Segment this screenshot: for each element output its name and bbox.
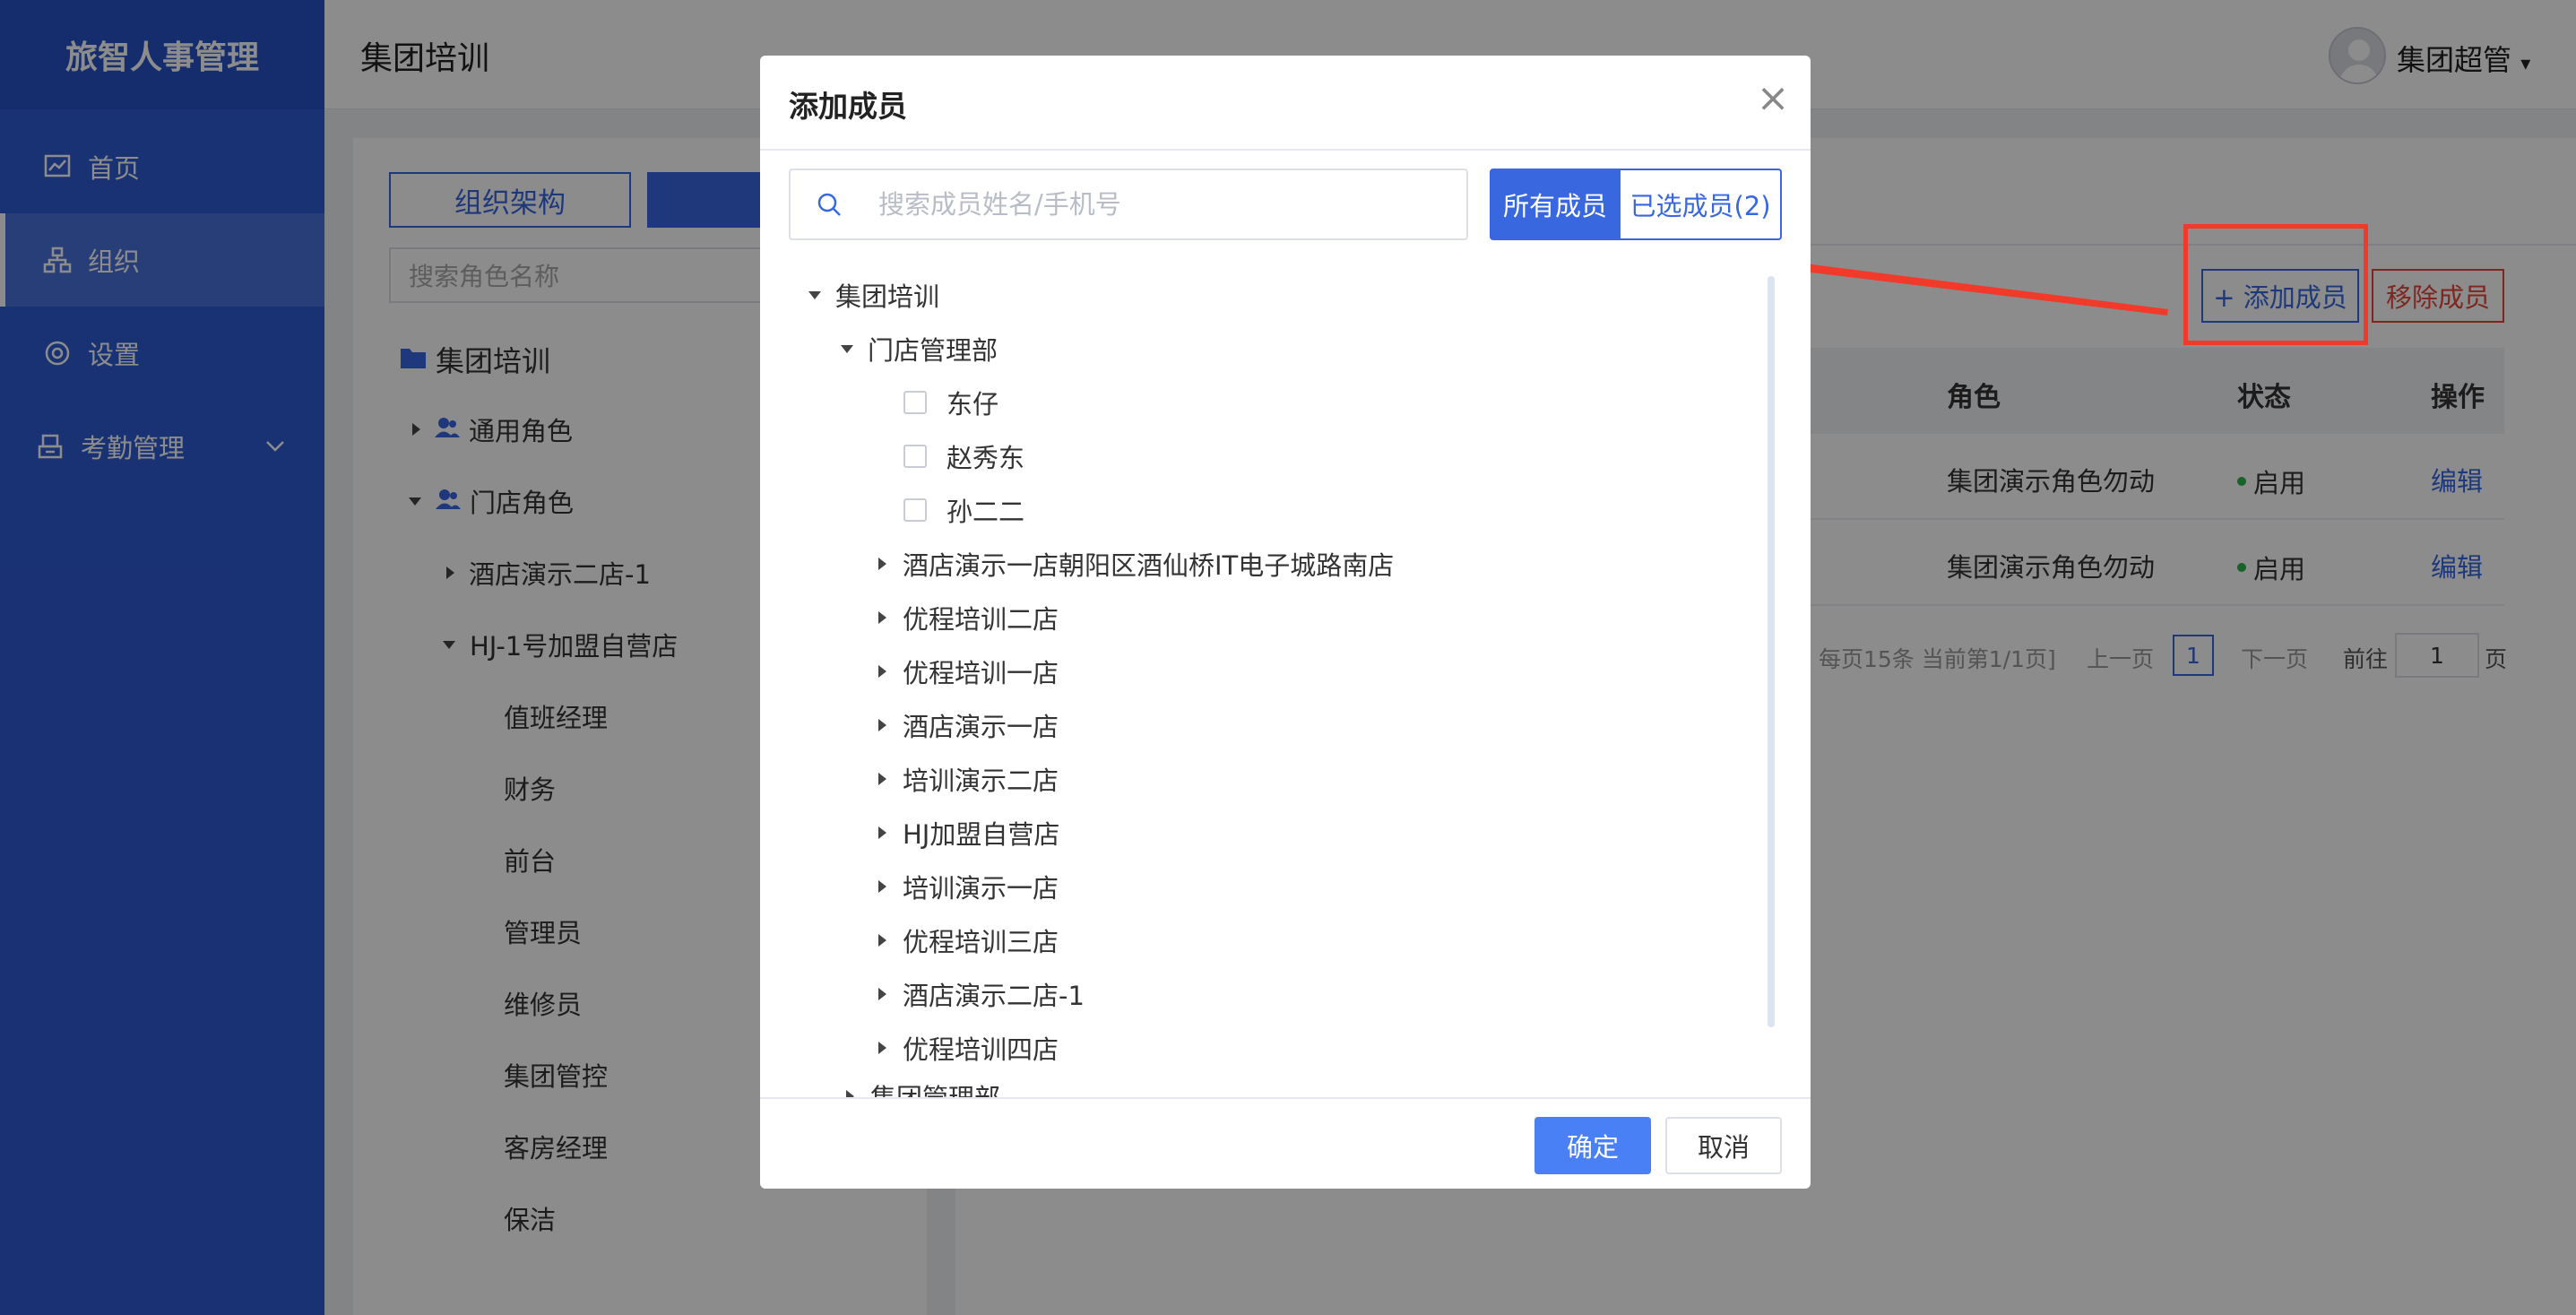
member-name: 东仔 <box>947 389 999 420</box>
member-name: 赵秀东 <box>947 443 1025 473</box>
caret-right-icon <box>878 719 886 731</box>
tree-node-store[interactable]: 培训演示二店 <box>878 760 1059 798</box>
tree-node-store[interactable]: 酒店演示一店朝阳区酒仙桥IT电子城路南店 <box>878 545 1394 583</box>
tree-node-label: 培训演示二店 <box>903 766 1059 796</box>
caret-right-icon <box>878 880 886 893</box>
caret-right-icon <box>878 988 886 1000</box>
member-item[interactable]: 孙二二 <box>903 491 1024 529</box>
dialog-title: 添加成员 <box>789 89 907 124</box>
caret-right-icon <box>878 826 886 839</box>
tree-node-dept[interactable]: 集团管理部 <box>846 1077 1000 1099</box>
caret-down-icon <box>841 344 853 353</box>
scrollbar-thumb[interactable] <box>1768 276 1775 1027</box>
divider <box>760 1097 1811 1099</box>
member-name: 孙二二 <box>947 497 1025 527</box>
tree-node-label: 优程培训四店 <box>903 1034 1059 1065</box>
tree-node-store[interactable]: 优程培训二店 <box>878 599 1059 636</box>
member-item[interactable]: 东仔 <box>903 384 998 421</box>
close-icon[interactable]: × <box>1753 79 1793 118</box>
member-checkbox[interactable] <box>903 498 927 522</box>
tree-node-label: HJ加盟自营店 <box>903 819 1060 850</box>
caret-right-icon <box>878 773 886 785</box>
tree-node-label: 酒店演示一店朝阳区酒仙桥IT电子城路南店 <box>903 550 1395 581</box>
tree-node-store[interactable]: 酒店演示二店-1 <box>878 975 1085 1013</box>
caret-right-icon <box>878 665 886 678</box>
tree-node-label: 优程培训一店 <box>903 658 1059 688</box>
confirm-button[interactable]: 确定 <box>1534 1117 1651 1174</box>
tree-node-label: 酒店演示一店 <box>903 712 1059 742</box>
tree-node-label: 门店管理部 <box>868 335 998 366</box>
tree-node-label: 优程培训三店 <box>903 927 1059 957</box>
caret-right-icon <box>878 1042 886 1054</box>
annotation-highlight-box <box>2183 224 2368 345</box>
member-item[interactable]: 赵秀东 <box>903 437 1024 475</box>
search-icon <box>816 191 843 218</box>
tree-node-store[interactable]: 优程培训四店 <box>878 1029 1059 1067</box>
tree-node-store[interactable]: 优程培训一店 <box>878 653 1059 690</box>
tree-node-label: 集团管理部 <box>870 1083 1001 1099</box>
tree-clip: 集团管理部 <box>760 1077 1811 1099</box>
tree-node-label: 酒店演示二店-1 <box>903 981 1085 1011</box>
tree-node-store[interactable]: 酒店演示一店 <box>878 706 1059 744</box>
member-search-field[interactable] <box>789 169 1468 240</box>
tree-node-store[interactable]: 培训演示一店 <box>878 868 1059 905</box>
tree-node-store[interactable]: HJ加盟自营店 <box>878 814 1059 852</box>
caret-right-icon <box>878 934 886 947</box>
caret-right-icon <box>878 558 886 570</box>
tree-node-label: 集团培训 <box>835 281 940 312</box>
divider <box>760 149 1811 151</box>
tree-node-label: 优程培训二店 <box>903 604 1059 635</box>
tree-node-label: 培训演示一店 <box>903 873 1059 904</box>
tree-node-dept[interactable]: 门店管理部 <box>841 330 998 368</box>
tab-all-members[interactable]: 所有成员 <box>1490 169 1621 240</box>
cancel-button[interactable]: 取消 <box>1665 1117 1782 1174</box>
caret-down-icon <box>808 290 821 299</box>
member-checkbox[interactable] <box>903 391 927 414</box>
add-member-dialog: 添加成员 × 所有成员 已选成员(2) 集团培训 门店管理部 东仔 赵秀东 孙二… <box>760 56 1811 1189</box>
member-search-input[interactable] <box>878 189 1416 220</box>
member-checkbox[interactable] <box>903 445 927 468</box>
tab-selected-members[interactable]: 已选成员(2) <box>1621 169 1782 240</box>
tree-node-store[interactable]: 优程培训三店 <box>878 921 1059 959</box>
tree-root[interactable]: 集团培训 <box>808 276 939 314</box>
caret-right-icon <box>878 611 886 624</box>
